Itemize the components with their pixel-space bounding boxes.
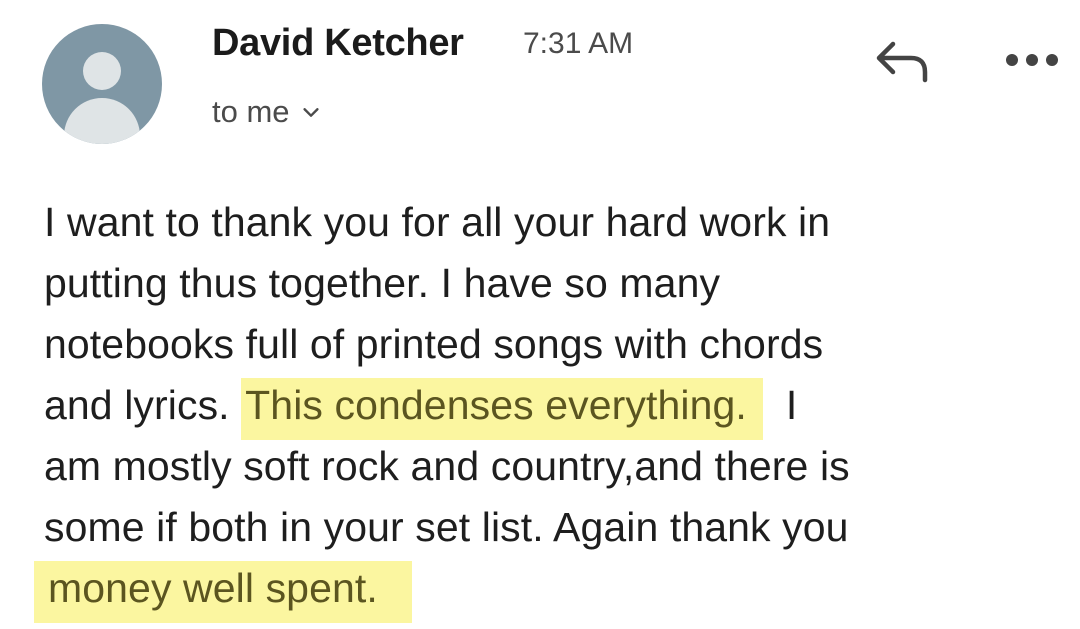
body-line: and lyrics. This condenses everything. I: [44, 375, 1054, 440]
body-line: money well spent.: [34, 558, 1054, 623]
email-body: I want to thank you for all your hard wo…: [34, 192, 1054, 623]
more-options-button[interactable]: [1000, 40, 1064, 80]
sender-name[interactable]: David Ketcher: [212, 22, 464, 65]
more-horizontal-icon: [1006, 54, 1058, 66]
body-line: I want to thank you for all your hard wo…: [44, 199, 831, 245]
reply-button[interactable]: [866, 34, 938, 88]
body-line: am mostly soft rock and country,and ther…: [44, 443, 850, 489]
chevron-down-icon: [302, 108, 319, 117]
body-line: notebooks full of printed songs with cho…: [44, 321, 824, 367]
body-line: putting thus together. I have so many: [44, 260, 721, 306]
email-time: 7:31 AM: [523, 27, 634, 60]
recipient-toggle[interactable]: to me: [212, 94, 322, 130]
reply-icon: [876, 41, 928, 83]
default-avatar-icon: [83, 52, 121, 90]
sender-avatar[interactable]: [42, 24, 162, 144]
highlighted-text: money well spent.: [34, 561, 412, 623]
body-line: some if both in your set list. Again tha…: [44, 504, 849, 550]
body-text: I: [762, 382, 798, 428]
avatar-shoulders: [64, 98, 140, 144]
body-text: and lyrics.: [44, 382, 242, 428]
highlighted-text: This condenses everything.: [241, 378, 763, 440]
recipient-label: to me: [212, 94, 290, 129]
